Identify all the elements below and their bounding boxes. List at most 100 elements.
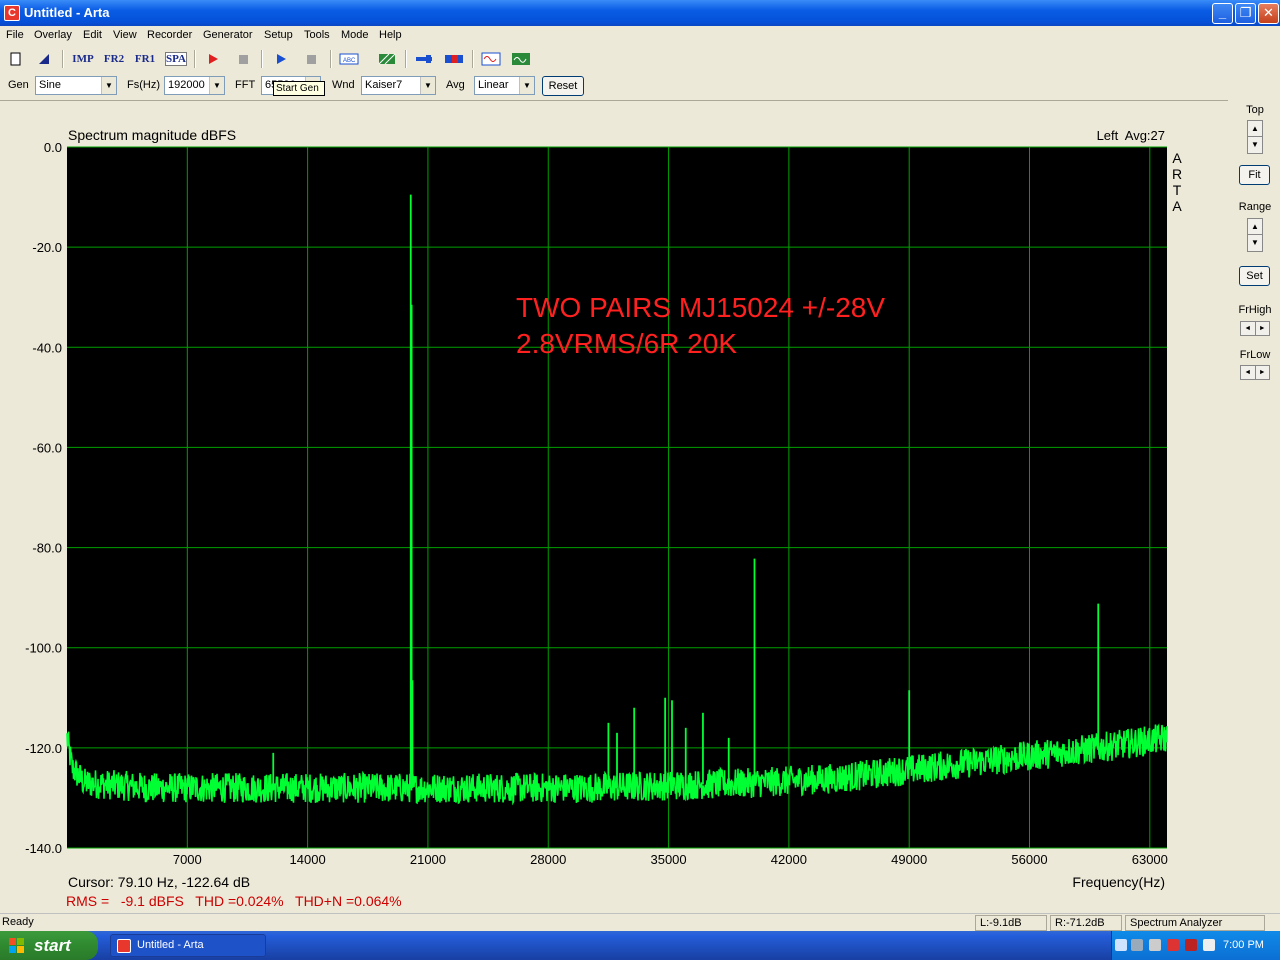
measurement-readout: RMS = -9.1 dBFS THD =0.024% THD+N =0.064… [66, 893, 402, 909]
left-arrow-icon: ◄ [1241, 322, 1256, 335]
spectrum-chart[interactable]: Spectrum magnitude dBFS Left Avg:27 7000… [0, 101, 1228, 913]
start-button[interactable]: start [0, 931, 98, 960]
scope-icon[interactable] [510, 49, 532, 69]
chevron-down-icon: ▼ [209, 77, 224, 94]
wnd-label: Wnd [332, 79, 355, 91]
watermark-letter: T [1173, 182, 1182, 198]
menu-setup[interactable]: Setup [264, 29, 293, 41]
x-tick-label: 14000 [290, 852, 326, 867]
gen-select[interactable]: Sine ▼ [35, 76, 117, 95]
y-tick-label: -20.0 [32, 240, 62, 255]
frhigh-label: FrHigh [1238, 304, 1272, 316]
svg-text:ABC: ABC [343, 58, 356, 64]
frlow-spinner[interactable]: ◄ ► [1240, 365, 1270, 380]
x-axis-label: Frequency(Hz) [1072, 874, 1165, 890]
hatch-icon[interactable] [376, 49, 398, 69]
wnd-select[interactable]: Kaiser7 ▼ [361, 76, 436, 95]
range-label: Range [1238, 201, 1272, 213]
open-icon[interactable] [33, 49, 55, 69]
chart-title: Spectrum magnitude dBFS [68, 127, 236, 143]
collapse-icon[interactable] [1115, 939, 1127, 951]
stop-gen-icon[interactable] [300, 49, 322, 69]
taskbar-item-arta[interactable]: Untitled - Arta [110, 934, 266, 957]
range-spinner[interactable]: ▲ ▼ [1247, 218, 1263, 252]
fit-button[interactable]: Fit [1239, 165, 1270, 185]
meter-icon[interactable] [443, 49, 465, 69]
fft-label: FFT [235, 79, 256, 91]
left-level: L:-9.1dB [975, 915, 1047, 931]
app-icon[interactable]: C [4, 5, 20, 21]
clock: 7:00 PM [1223, 939, 1264, 951]
chevron-down-icon: ▼ [519, 77, 534, 94]
right-arrow-icon: ► [1258, 325, 1266, 332]
menu-recorder[interactable]: Recorder [147, 29, 192, 41]
y-tick-label: -140.0 [25, 841, 62, 856]
menu-tools[interactable]: Tools [304, 29, 330, 41]
menu-generator[interactable]: Generator [203, 29, 253, 41]
menu-bar: File Overlay Edit View Recorder Generato… [0, 26, 1280, 45]
connector-icon[interactable] [413, 49, 435, 69]
program-icon[interactable] [1203, 939, 1215, 951]
x-tick-label: 42000 [771, 852, 807, 867]
volume-icon[interactable] [1149, 939, 1161, 951]
menu-help[interactable]: Help [379, 29, 402, 41]
abc-icon[interactable]: ABC [338, 49, 360, 69]
menu-mode[interactable]: Mode [341, 29, 369, 41]
parameter-bar: Gen Sine▼ Fs(Hz) 192000▼ FFT 65536▼ Wnd … [0, 73, 1280, 99]
shield-icon[interactable] [1185, 939, 1197, 951]
app-icon [117, 939, 131, 953]
window-title: Untitled - Arta [24, 5, 110, 20]
title-bar[interactable]: C Untitled - Arta _ ❐ ✕ [0, 0, 1280, 26]
y-tick-label: -40.0 [32, 340, 62, 355]
watermark-letter: A [1172, 198, 1182, 214]
watermark-letter: A [1172, 150, 1182, 166]
menu-file[interactable]: File [6, 29, 24, 41]
channel-info: Left Avg:27 [1097, 128, 1165, 143]
gen-label: Gen [8, 79, 29, 91]
new-file-icon[interactable] [5, 49, 27, 69]
left-arrow-icon: ◄ [1241, 366, 1256, 379]
chevron-down-icon: ▼ [420, 77, 435, 94]
y-tick-label: 0.0 [44, 140, 62, 155]
reset-button[interactable]: Reset [542, 76, 584, 96]
y-tick-label: -80.0 [32, 541, 62, 556]
top-spinner[interactable]: ▲ ▼ [1247, 120, 1263, 154]
minimize-button[interactable]: _ [1212, 3, 1233, 24]
close-button[interactable]: ✕ [1258, 3, 1279, 24]
status-ready: Ready [2, 916, 34, 928]
chevron-down-icon: ▼ [101, 77, 116, 94]
imp-mode-button[interactable]: IMP [70, 49, 96, 69]
fr2-mode-button[interactable]: FR2 [101, 49, 127, 69]
network-icon[interactable] [1131, 939, 1143, 951]
x-tick-label: 49000 [891, 852, 927, 867]
menu-view[interactable]: View [113, 29, 137, 41]
start-gen-icon[interactable] [270, 49, 292, 69]
avg-select[interactable]: Linear ▼ [474, 76, 535, 95]
set-button[interactable]: Set [1239, 266, 1270, 286]
avg-label: Avg [446, 79, 465, 91]
x-tick-label: 28000 [530, 852, 566, 867]
record-play-icon[interactable] [202, 49, 224, 69]
menu-edit[interactable]: Edit [83, 29, 102, 41]
frlow-label: FrLow [1239, 349, 1271, 361]
start-gen-tooltip: Start Gen [273, 81, 325, 96]
top-label: Top [1246, 104, 1264, 116]
fs-select[interactable]: 192000 ▼ [164, 76, 225, 95]
annotation-line-2: 2.8VRMS/6R 20K [516, 328, 737, 359]
fr1-mode-button[interactable]: FR1 [132, 49, 158, 69]
frhigh-spinner[interactable]: ◄ ► [1240, 321, 1270, 336]
mode-indicator: Spectrum Analyzer [1125, 915, 1265, 931]
record-stop-icon[interactable] [232, 49, 254, 69]
maximize-button[interactable]: ❐ [1235, 3, 1256, 24]
menu-overlay[interactable]: Overlay [34, 29, 72, 41]
y-tick-label: -100.0 [25, 641, 62, 656]
security-icon[interactable] [1167, 939, 1179, 951]
right-arrow-icon: ► [1258, 369, 1266, 376]
spa-mode-button[interactable]: SPA [163, 49, 189, 69]
watermark-letter: R [1172, 166, 1182, 182]
y-tick-label: -60.0 [32, 440, 62, 455]
x-tick-label: 35000 [650, 852, 686, 867]
waveform-icon[interactable] [480, 49, 502, 69]
plot-panel: Spectrum magnitude dBFS Left Avg:27 7000… [0, 100, 1228, 913]
x-tick-label: 21000 [410, 852, 446, 867]
